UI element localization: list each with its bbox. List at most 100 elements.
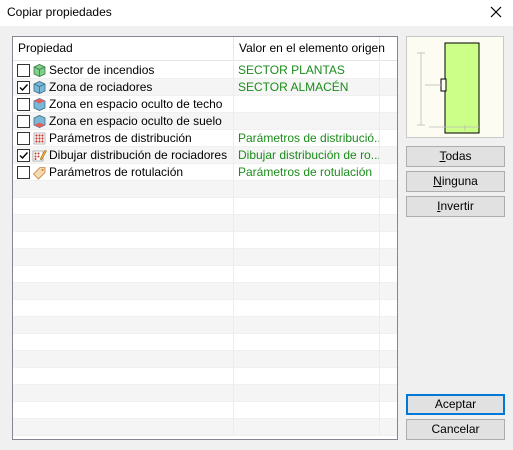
list-header: Propiedad Valor en el elemento origen (13, 37, 397, 61)
list-rows: Sector de incendios SECTOR PLANTAS Zona de… (13, 62, 397, 436)
row-label: Parámetros de rotulación (49, 165, 184, 179)
empty-row (13, 198, 397, 215)
table-row[interactable]: Zona en espacio oculto de techo (13, 96, 397, 113)
source-value-cell (234, 181, 380, 198)
source-value-cell (234, 266, 380, 283)
source-value-cell (234, 232, 380, 249)
table-row[interactable]: Parámetros de distribución Parámetros de … (13, 130, 397, 147)
row-checkbox[interactable] (17, 64, 30, 77)
empty-row (13, 368, 397, 385)
property-cell (13, 317, 234, 334)
source-value-cell: SECTOR PLANTAS (234, 62, 380, 79)
label-tag-icon (32, 165, 47, 180)
property-cell (13, 385, 234, 402)
floor-space-icon (32, 114, 47, 129)
column-header-empty (380, 37, 397, 60)
property-cell (13, 266, 234, 283)
table-row[interactable]: Zona de rociadores SECTOR ALMACÉN (13, 79, 397, 96)
property-cell: Zona de rociadores (13, 79, 234, 96)
row-checkbox[interactable] (17, 132, 30, 145)
source-value-cell (234, 334, 380, 351)
source-value-cell (234, 198, 380, 215)
source-value-cell (234, 402, 380, 419)
source-value-cell (234, 249, 380, 266)
row-checkbox[interactable] (17, 166, 30, 179)
source-value-cell (234, 215, 380, 232)
column-header-source-value[interactable]: Valor en el elemento origen (234, 37, 385, 60)
element-preview-drawing (417, 42, 480, 134)
property-cell: Sector de incendios (13, 62, 234, 79)
column-header-property[interactable]: Propiedad (13, 37, 234, 60)
property-cell (13, 232, 234, 249)
row-label: Zona de rociadores (49, 80, 153, 94)
property-cell (13, 419, 234, 436)
empty-row (13, 419, 397, 436)
empty-row (13, 181, 397, 198)
empty-row (13, 249, 397, 266)
preview-thumbnail (406, 36, 504, 138)
property-cell (13, 198, 234, 215)
source-value-cell (234, 300, 380, 317)
properties-list[interactable]: Propiedad Valor en el elemento origen Se… (12, 36, 398, 440)
property-cell (13, 334, 234, 351)
source-value-cell (234, 96, 380, 113)
empty-row (13, 215, 397, 232)
invert-selection-button[interactable]: Invertir (406, 196, 505, 217)
property-cell (13, 215, 234, 232)
sprinkler-zone-icon (32, 80, 47, 95)
table-row[interactable]: Parámetros de rotulación Parámetros de ro… (13, 164, 397, 181)
empty-row (13, 283, 397, 300)
row-checkbox[interactable] (17, 81, 30, 94)
distribution-grid-icon (32, 131, 47, 146)
accept-button[interactable]: Aceptar (406, 394, 505, 415)
source-value-cell: SECTOR ALMACÉN (234, 79, 380, 96)
empty-row (13, 232, 397, 249)
property-cell: Zona en espacio oculto de techo (13, 96, 234, 113)
cancel-button[interactable]: Cancelar (406, 419, 505, 440)
empty-row (13, 385, 397, 402)
close-button[interactable] (485, 2, 507, 22)
property-cell (13, 402, 234, 419)
source-value-cell (234, 317, 380, 334)
window-title: Copiar propiedades (7, 5, 112, 19)
row-checkbox[interactable] (17, 149, 30, 162)
draw-distribution-icon (32, 148, 47, 163)
empty-row (13, 300, 397, 317)
empty-row (13, 351, 397, 368)
property-cell (13, 300, 234, 317)
property-cell (13, 351, 234, 368)
source-value-cell (234, 351, 380, 368)
close-icon (490, 6, 502, 18)
select-all-button[interactable]: Todas (406, 146, 505, 167)
table-row[interactable]: Dibujar distribución de rociadores Dibuja… (13, 147, 397, 164)
source-value-cell (234, 283, 380, 300)
empty-row (13, 334, 397, 351)
property-cell (13, 249, 234, 266)
row-label: Parámetros de distribución (49, 131, 192, 145)
row-checkbox[interactable] (17, 115, 30, 128)
property-cell: Zona en espacio oculto de suelo (13, 113, 234, 130)
select-none-button[interactable]: Ninguna (406, 171, 505, 192)
source-value-cell: Parámetros de rotulación (234, 164, 380, 181)
property-cell: Dibujar distribución de rociadores (13, 147, 234, 164)
empty-row (13, 266, 397, 283)
row-checkbox[interactable] (17, 98, 30, 111)
property-cell: Parámetros de distribución (13, 130, 234, 147)
source-value-cell (234, 113, 380, 130)
row-label: Zona en espacio oculto de techo (49, 97, 223, 111)
property-cell (13, 181, 234, 198)
row-label: Sector de incendios (49, 63, 155, 77)
source-value-cell: Parámetros de distribució... (234, 130, 380, 147)
property-cell: Parámetros de rotulación (13, 164, 234, 181)
row-label: Dibujar distribución de rociadores (49, 148, 228, 162)
ceiling-space-icon (32, 97, 47, 112)
empty-row (13, 317, 397, 334)
source-value-cell (234, 368, 380, 385)
table-row[interactable]: Zona en espacio oculto de suelo (13, 113, 397, 130)
table-row[interactable]: Sector de incendios SECTOR PLANTAS (13, 62, 397, 79)
row-label: Zona en espacio oculto de suelo (49, 114, 222, 128)
source-value-cell (234, 385, 380, 402)
source-value-cell (234, 419, 380, 436)
source-value-cell: Dibujar distribución de ro... (234, 147, 380, 164)
title-bar: Copiar propiedades (0, 0, 513, 26)
